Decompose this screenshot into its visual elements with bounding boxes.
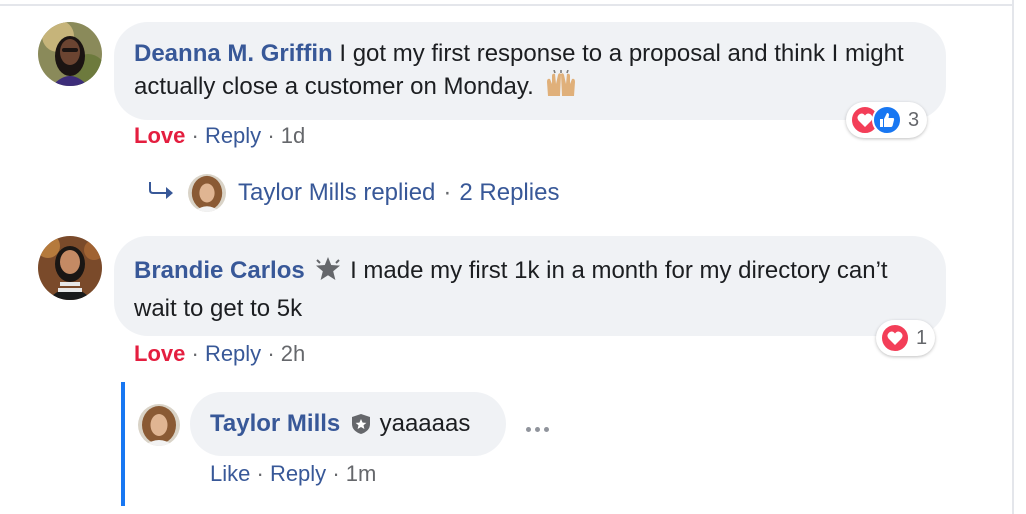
timestamp[interactable]: 2h [281,341,305,366]
reply-body: Taylor Mills yaaaaas [210,408,486,444]
comment-author[interactable]: Brandie Carlos [134,257,305,284]
reply-author[interactable]: Taylor Mills [210,410,340,437]
raising-hands-icon [544,69,578,107]
replies-count[interactable]: 2 Replies [459,179,559,207]
scroll-edge [1012,0,1014,514]
love-reaction-icon [880,323,910,353]
love-link[interactable]: Love [134,341,185,366]
avatar-brandie[interactable] [38,236,102,300]
comment-body: Deanna M. Griffin I got my first respons… [134,38,924,107]
comment-actions: Love · Reply · 1d [134,122,305,150]
shield-badge-icon [351,412,371,444]
comment-author[interactable]: Deanna M. Griffin [134,40,333,67]
comment-actions: Love · Reply · 2h [134,340,305,368]
reaction-summary[interactable]: 1 [876,320,936,356]
timestamp[interactable]: 1d [281,123,305,148]
love-link[interactable]: Love [134,123,185,148]
separator: · [267,341,275,366]
comment-body: Brandie Carlos I made my first 1k in a m… [134,254,924,326]
separator: · [256,461,264,486]
rising-star-badge-icon [315,256,341,292]
reply-thread-indicator [121,382,125,506]
reaction-count: 3 [908,108,920,131]
separator: · [443,179,452,206]
replier-name[interactable]: Taylor Mills replied [238,179,435,207]
separator: · [267,123,275,148]
timestamp[interactable]: 1m [346,461,377,486]
separator: · [191,123,199,148]
reply-text: yaaaaas [379,410,471,437]
comment-bubble: Brandie Carlos I made my first 1k in a m… [114,236,946,336]
reply-link[interactable]: Reply [205,123,261,148]
reply-actions: Like · Reply · 1m [210,460,376,488]
more-options-icon[interactable] [522,414,552,444]
comment-bubble: Deanna M. Griffin I got my first respons… [114,22,946,120]
reply-link[interactable]: Reply [270,461,326,486]
avatar-taylor-small [188,174,226,212]
reply-link[interactable]: Reply [205,341,261,366]
reaction-count: 1 [916,326,928,349]
reply-bubble: Taylor Mills yaaaaas [190,392,506,456]
separator: · [191,341,199,366]
avatar-taylor[interactable] [138,404,180,446]
view-replies-link[interactable]: Taylor Mills replied · 2 Replies [148,172,559,214]
reaction-summary[interactable]: 3 [846,102,928,138]
avatar-deanna[interactable] [38,22,102,86]
reply-arrow-icon [148,179,174,207]
top-divider [0,4,1012,6]
like-link[interactable]: Like [210,461,250,486]
like-reaction-icon [872,105,902,135]
separator: · [332,461,340,486]
comment-thread: Deanna M. Griffin I got my first respons… [0,0,1026,514]
